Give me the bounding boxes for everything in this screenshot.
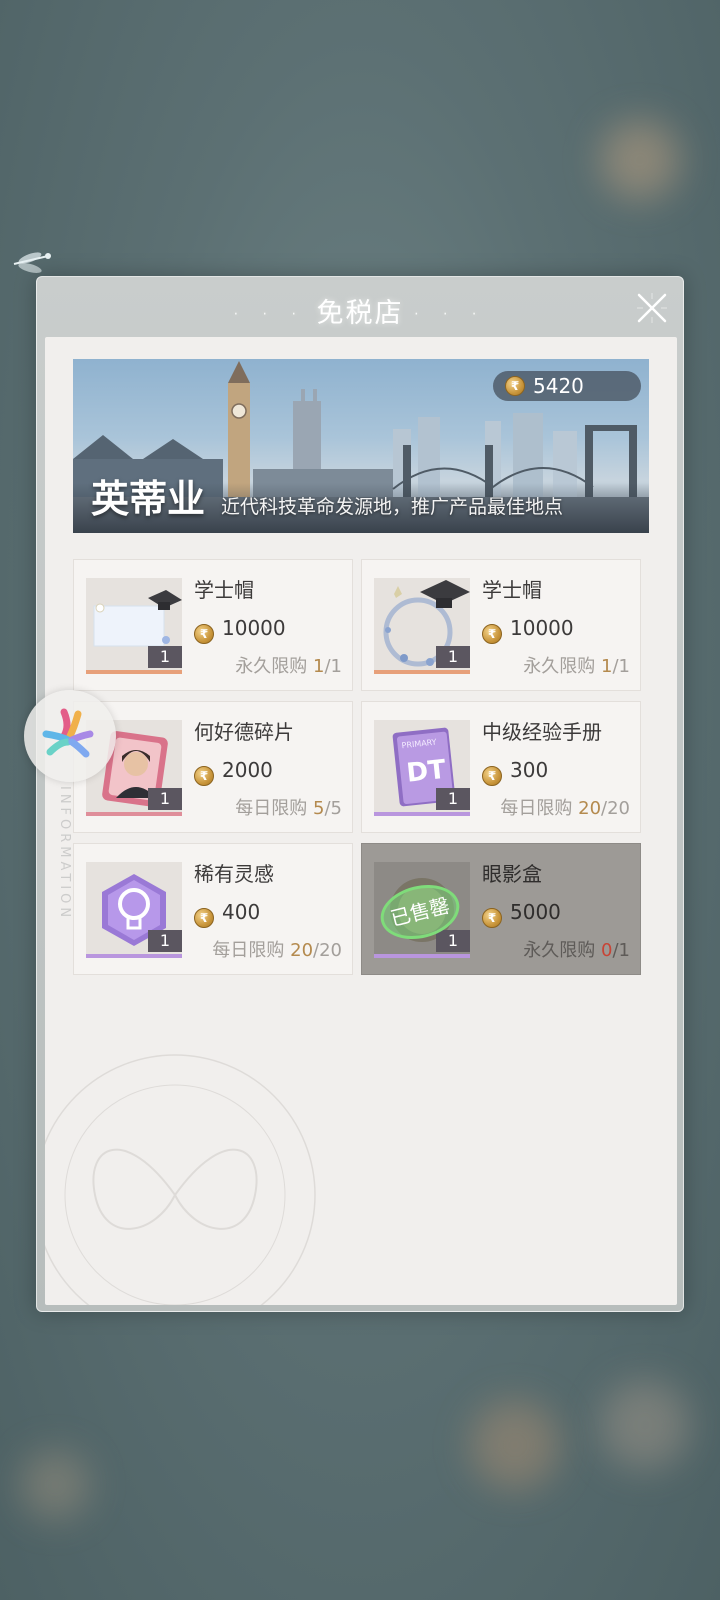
- item-price: ₹10000: [194, 616, 286, 644]
- item-name: 中级经验手册: [482, 720, 602, 744]
- limit-total: /20: [313, 940, 342, 961]
- coin-icon: ₹: [194, 624, 214, 644]
- limit-total: /1: [612, 940, 630, 961]
- limit-total: /20: [601, 798, 630, 819]
- item-quantity: 1: [436, 646, 470, 668]
- price-value: 300: [510, 758, 549, 782]
- purchase-limit: 每日限购 5/5: [235, 794, 342, 820]
- title-wrap: · · · 免税店 · · ·: [37, 291, 683, 330]
- panel-header: · · · 免税店 · · ·: [37, 277, 683, 337]
- close-icon[interactable]: [635, 291, 669, 325]
- purchase-limit: 永久限购 1/1: [235, 652, 342, 678]
- item-name: 稀有灵感: [194, 862, 274, 886]
- coin-icon: ₹: [482, 766, 502, 786]
- shop-item-card[interactable]: 1 稀有灵感 ₹400 每日限购 20/20: [73, 843, 353, 975]
- floating-assistant-button[interactable]: [24, 690, 116, 782]
- currency-balance[interactable]: ₹ 5420: [493, 371, 641, 401]
- item-quantity: 1: [148, 930, 182, 952]
- limit-current: 20: [290, 940, 314, 961]
- limit-current: 1: [601, 656, 613, 677]
- price-value: 400: [222, 900, 261, 924]
- shop-panel: · · · 免税店 · · · ₹ 5420 英蒂业 近代科技革命发源地，推广产…: [36, 276, 684, 1312]
- item-thumbnail: 1: [86, 578, 182, 674]
- butterfly-watermark-icon: [45, 1054, 316, 1305]
- limit-current: 1: [313, 656, 325, 677]
- location-banner: ₹ 5420 英蒂业 近代科技革命发源地，推广产品最佳地点: [73, 359, 649, 533]
- item-quantity: 1: [148, 788, 182, 810]
- item-price: ₹400: [194, 900, 260, 928]
- limit-current: 5: [313, 798, 325, 819]
- item-price: ₹300: [482, 758, 548, 786]
- shop-item-card-sold-out[interactable]: 1 已售罄 眼影盒 ₹5000 永久限购 0/1: [361, 843, 641, 975]
- limit-current: 20: [578, 798, 602, 819]
- shop-item-card[interactable]: 1 学士帽 ₹10000 永久限购 1/1: [73, 559, 353, 691]
- limit-label: 永久限购: [523, 656, 596, 677]
- side-watermark-text: INFORMATION: [57, 786, 72, 922]
- item-thumbnail: 1 已售罄: [374, 862, 470, 958]
- balance-value: 5420: [533, 374, 584, 398]
- limit-label: 永久限购: [523, 940, 596, 961]
- item-name: 眼影盒: [482, 862, 542, 886]
- item-price: ₹5000: [482, 900, 561, 928]
- coin-icon: ₹: [482, 624, 502, 644]
- item-thumbnail: 1: [86, 862, 182, 958]
- bokeh-light: [600, 1380, 690, 1470]
- rarity-bar: [86, 954, 182, 958]
- item-price: ₹2000: [194, 758, 273, 786]
- rarity-bar: [374, 812, 470, 816]
- coin-icon: ₹: [505, 376, 525, 396]
- title-dots-right: · · ·: [414, 306, 487, 323]
- purchase-limit: 永久限购 0/1: [523, 936, 630, 962]
- purchase-limit: 永久限购 1/1: [523, 652, 630, 678]
- item-thumbnail: PRIMARY DT 1: [374, 720, 470, 816]
- price-value: 2000: [222, 758, 273, 782]
- limit-label: 每日限购: [212, 940, 285, 961]
- price-value: 10000: [222, 616, 286, 640]
- rarity-bar: [374, 670, 470, 674]
- item-name: 学士帽: [194, 578, 254, 602]
- item-thumbnail: 1: [374, 578, 470, 674]
- rarity-bar: [374, 954, 470, 958]
- item-quantity: 1: [436, 930, 470, 952]
- coin-icon: ₹: [194, 766, 214, 786]
- flower-logo-icon: [42, 708, 94, 758]
- location-description: 近代科技革命发源地，推广产品最佳地点: [221, 496, 564, 518]
- rarity-bar: [86, 812, 182, 816]
- item-quantity: 1: [148, 646, 182, 668]
- location-name: 英蒂业: [91, 476, 206, 521]
- item-name: 学士帽: [482, 578, 542, 602]
- purchase-limit: 每日限购 20/20: [212, 936, 342, 962]
- price-value: 5000: [510, 900, 561, 924]
- rarity-bar: [86, 670, 182, 674]
- limit-label: 每日限购: [235, 798, 308, 819]
- limit-total: /5: [324, 798, 342, 819]
- coin-icon: ₹: [482, 908, 502, 928]
- limit-label: 永久限购: [235, 656, 308, 677]
- bokeh-light: [20, 1450, 90, 1520]
- limit-label: 每日限购: [500, 798, 573, 819]
- bokeh-light: [600, 120, 680, 200]
- bokeh-light: [470, 1400, 560, 1490]
- item-name: 何好德碎片: [194, 720, 294, 744]
- purchase-limit: 每日限购 20/20: [500, 794, 630, 820]
- limit-current: 0: [601, 940, 613, 961]
- price-value: 10000: [510, 616, 574, 640]
- shop-item-card[interactable]: PRIMARY DT 1 中级经验手册 ₹300 每日限购 20/20: [361, 701, 641, 833]
- shop-content: ₹ 5420 英蒂业 近代科技革命发源地，推广产品最佳地点 1 学士帽 ₹ 10…: [45, 337, 677, 1305]
- shop-item-card[interactable]: 1 学士帽 ₹10000 永久限购 1/1: [361, 559, 641, 691]
- coin-icon: ₹: [194, 908, 214, 928]
- item-quantity: 1: [436, 788, 470, 810]
- limit-total: /1: [324, 656, 342, 677]
- item-price: ₹10000: [482, 616, 574, 644]
- manual-text: DT: [405, 755, 448, 789]
- limit-total: /1: [612, 656, 630, 677]
- shop-title: 免税店: [316, 298, 404, 329]
- title-dots-left: · · ·: [233, 306, 306, 323]
